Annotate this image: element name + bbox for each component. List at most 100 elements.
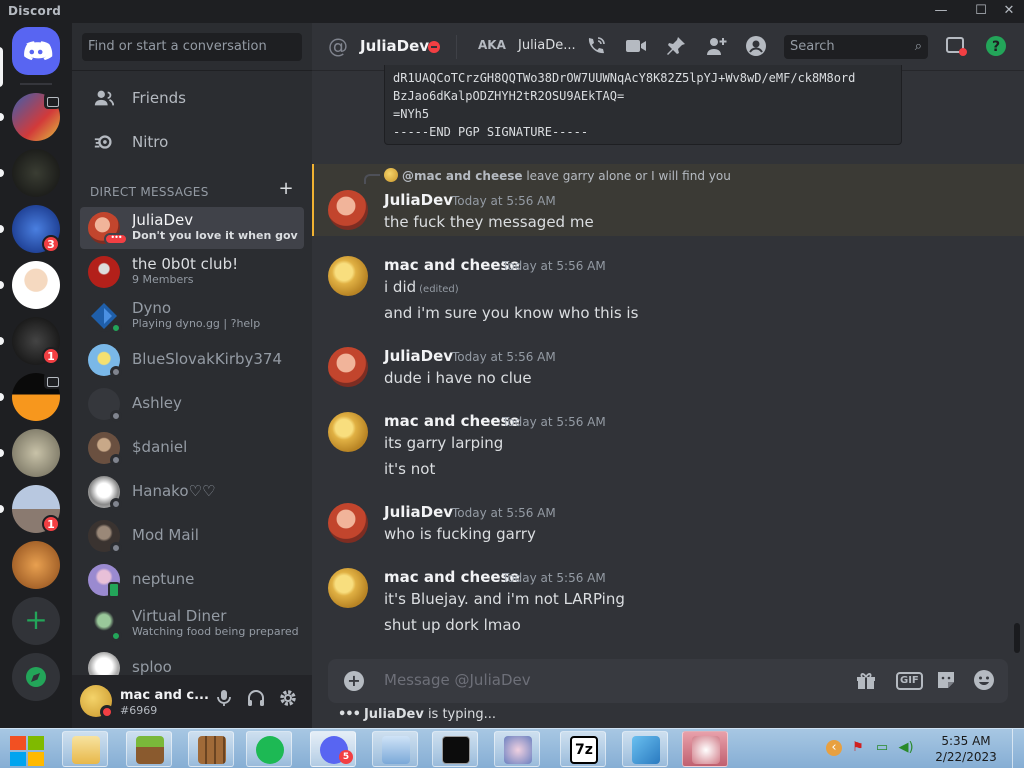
home-button[interactable] <box>12 27 60 75</box>
message-author[interactable]: mac and cheese <box>384 256 520 274</box>
show-desktop-button[interactable] <box>1012 729 1024 768</box>
divider <box>456 35 457 59</box>
avatar[interactable] <box>328 568 368 608</box>
avatar[interactable] <box>328 412 368 452</box>
window-titlebar: Discord — ☐ ✕ <box>0 0 1024 23</box>
taskbar-command-prompt[interactable] <box>432 731 478 767</box>
avatar[interactable] <box>328 503 368 543</box>
taskbar-paint-app[interactable] <box>682 731 728 767</box>
gear-icon[interactable] <box>276 689 300 713</box>
dm-item-juliadev[interactable]: ••• JuliaDev Don't you love it when gove… <box>80 207 304 249</box>
taskbar-discord[interactable]: 5 <box>310 731 356 767</box>
gift-icon[interactable] <box>854 669 878 693</box>
dm-item-group[interactable]: the 0b0t club! 9 Members <box>80 251 304 293</box>
show-hidden-icons-icon[interactable]: ‹ <box>826 740 842 756</box>
dm-item[interactable]: BlueSlovakKirby374 <box>80 339 304 381</box>
message-author[interactable]: mac and cheese <box>384 412 520 430</box>
message-text: and i'm sure you know who this is <box>384 304 639 322</box>
user-panel: mac and c... #6969 <box>72 675 312 728</box>
add-friend-icon[interactable] <box>704 35 728 59</box>
search-input[interactable]: Search ⌕ <box>784 35 928 59</box>
taskbar-minecraft-launcher[interactable] <box>126 731 172 767</box>
scrollbar[interactable] <box>1014 623 1020 653</box>
message-author[interactable]: JuliaDev <box>384 503 453 521</box>
gif-icon[interactable]: GIF <box>896 672 923 690</box>
message-timestamp: Today at 5:56 AM <box>502 415 606 429</box>
help-icon[interactable]: ? <box>984 35 1008 59</box>
mention-badge: 3 <box>42 235 60 253</box>
microphone-icon[interactable] <box>212 689 236 713</box>
dm-item-dyno[interactable]: Dyno Playing dyno.gg | ?help <box>80 295 304 337</box>
chat-recipient-name[interactable]: JuliaDev <box>360 37 429 55</box>
dm-item[interactable]: Ashley <box>80 383 304 425</box>
clock[interactable]: 5:35 AM 2/22/2023 <box>930 733 1002 765</box>
message-text: it's Bluejay. and i'm not LARPing <box>384 590 625 608</box>
compass-icon <box>26 667 46 687</box>
aka-name[interactable]: JuliaDe... <box>518 38 576 53</box>
dm-item[interactable]: neptune <box>80 559 304 601</box>
dm-section-header: DIRECT MESSAGES <box>90 185 209 199</box>
taskbar-file-explorer[interactable] <box>62 731 108 767</box>
message-author[interactable]: JuliaDev <box>384 347 453 365</box>
nav-nitro[interactable]: Nitro <box>80 122 304 164</box>
profile-icon[interactable] <box>744 35 768 59</box>
message-author[interactable]: JuliaDev <box>384 191 453 209</box>
avatar[interactable] <box>328 347 368 387</box>
server-icon[interactable] <box>12 429 60 477</box>
message-author[interactable]: mac and cheese <box>384 568 520 586</box>
attach-plus-icon[interactable]: + <box>344 671 364 691</box>
close-button[interactable]: ✕ <box>996 2 1022 20</box>
avatar <box>88 256 120 288</box>
call-icon[interactable] <box>584 35 608 59</box>
dm-name: JuliaDev <box>132 211 194 229</box>
nav-friends[interactable]: Friends <box>80 78 304 120</box>
dm-search-input[interactable]: Find or start a conversation <box>82 33 302 61</box>
dnd-status-icon <box>100 705 114 719</box>
taskbar-spotify[interactable] <box>246 731 292 767</box>
dm-item[interactable]: Mod Mail <box>80 515 304 557</box>
reply-preview[interactable]: @mac and cheese leave garry alone or I w… <box>384 168 731 183</box>
dm-name: Ashley <box>132 394 182 412</box>
start-button[interactable] <box>6 732 46 766</box>
message-timestamp: Today at 5:56 AM <box>502 259 606 273</box>
game-icon <box>504 736 532 764</box>
maximize-button[interactable]: ☐ <box>968 2 994 20</box>
unread-indicator <box>0 393 4 401</box>
network-icon[interactable]: ▭ <box>874 740 890 756</box>
server-icon-burger[interactable] <box>12 541 60 589</box>
server-icon[interactable] <box>12 261 60 309</box>
search-placeholder: Search <box>790 39 835 54</box>
message-text: the fuck they messaged me <box>384 213 594 231</box>
dm-name: Dyno <box>132 299 172 317</box>
video-badge-icon <box>44 373 60 389</box>
mention-badge: 1 <box>42 515 60 533</box>
taskbar-remote-desktop[interactable] <box>372 731 418 767</box>
taskbar-crafting-table[interactable] <box>188 731 234 767</box>
dm-item-virtual-diner[interactable]: Virtual Diner Watching food being prepar… <box>80 603 304 645</box>
explore-button[interactable] <box>12 653 60 701</box>
taskbar-vscode[interactable] <box>622 731 668 767</box>
emoji-icon[interactable] <box>972 669 996 693</box>
create-dm-plus-icon[interactable]: + <box>278 179 294 199</box>
message-input[interactable]: Message @JuliaDev <box>384 671 531 689</box>
dm-name: BlueSlovakKirby374 <box>132 350 283 368</box>
avatar[interactable] <box>328 190 368 230</box>
inbox-icon[interactable] <box>944 35 968 59</box>
video-icon[interactable] <box>624 35 648 59</box>
pin-icon[interactable] <box>664 35 688 59</box>
sticker-icon[interactable] <box>934 669 958 693</box>
headphones-icon[interactable] <box>244 689 268 713</box>
avatar[interactable] <box>328 256 368 296</box>
taskbar-game-app[interactable] <box>494 731 540 767</box>
dm-item[interactable]: Hanako♡♡ <box>80 471 304 513</box>
unread-indicator <box>0 281 4 289</box>
plus-icon[interactable]: + <box>12 597 60 645</box>
minimize-button[interactable]: — <box>928 2 954 20</box>
flag-icon[interactable]: ⚑ <box>850 740 866 756</box>
clock-date: 2/22/2023 <box>935 750 997 764</box>
dm-item[interactable]: $daniel <box>80 427 304 469</box>
message-text: it's not <box>384 460 436 478</box>
volume-icon[interactable]: ◀) <box>898 740 914 756</box>
server-icon[interactable] <box>12 149 60 197</box>
taskbar-7zip[interactable]: 7z <box>560 731 606 767</box>
